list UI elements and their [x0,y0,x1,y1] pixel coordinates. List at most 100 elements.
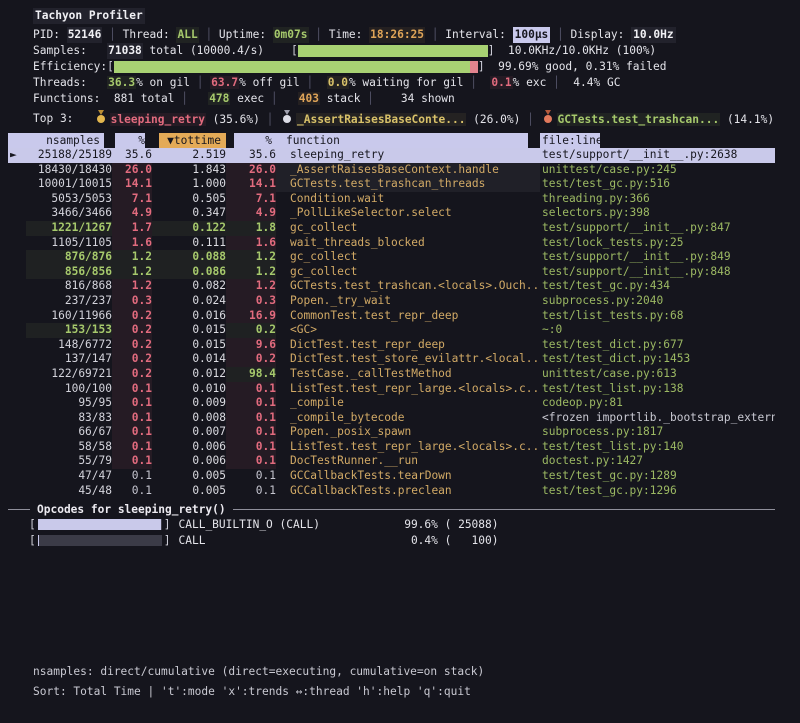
stat-value: 100µs [513,27,551,43]
cell-nsamples: 1221/1267 [26,221,112,236]
table-row[interactable]: 876/8761.20.0881.2gc_collecttest/support… [8,250,775,265]
table-row[interactable]: 18430/1843026.01.84326.0_AssertRaisesBas… [8,163,775,178]
cell-file-line: doctest.py:1427 [540,454,775,469]
efficiency-bar [114,61,478,73]
cell-cumulative-pct: 0.1 [226,440,276,455]
table-row[interactable]: 100/1000.10.0100.1ListTest.test_repr_lar… [8,382,775,397]
opcode-row: []CALL0.4% ( 100) [8,532,800,548]
opcodes-title: Opcodes for sleeping_retry() [30,503,233,516]
table-row[interactable]: 122/697210.20.01298.4TestCase._callTestM… [8,367,775,382]
cell-file-line: test/lock_tests.py:25 [540,236,775,251]
cell-function: _PollLikeSelector.select [276,206,540,221]
table-row[interactable]: 47/470.10.0050.1GCCallbackTests.tearDown… [8,469,775,484]
stat-value: 0m07s [273,27,309,43]
top-function-pct: (26.0%) [466,113,520,126]
cell-cumulative-pct: 4.9 [226,206,276,221]
table-row[interactable]: 137/1470.20.0140.2DictTest.test_store_ev… [8,352,775,367]
cell-nsamples: 137/147 [26,352,112,367]
separator: │ [550,27,570,43]
arrow-slot [8,484,26,499]
column-header-file-line[interactable]: file:line [540,133,600,148]
cell-cumulative-pct: 0.2 [226,323,276,338]
cell-nsamples: 25188/25189 [26,148,112,163]
table-row[interactable]: 1221/12671.70.1221.8gc_collecttest/suppo… [8,221,775,236]
column-header-direct-pct[interactable]: % [115,133,145,148]
table-row[interactable]: 83/830.10.0080.1_compile_bytecode<frozen… [8,411,775,426]
separator: │ [360,92,380,105]
table-row[interactable]: 148/67720.20.0159.6DictTest.test_repr_de… [8,338,775,353]
cell-direct-pct: 1.6 [112,236,152,251]
cell-cumulative-pct: 0.1 [226,382,276,397]
table-row[interactable]: 856/8561.20.0861.2gc_collecttest/support… [8,265,775,280]
cell-cumulative-pct: 26.0 [226,163,276,178]
table-row[interactable]: 45/480.10.0050.1GCCallbackTests.preclean… [8,484,775,499]
table-row[interactable]: 816/8681.20.0821.2GCTests.test_trashcan.… [8,279,775,294]
column-header-function[interactable]: function [276,133,528,148]
cell-tottime: 0.008 [152,411,226,426]
arrow-slot [8,236,26,251]
cell-cumulative-pct: 14.1 [226,177,276,192]
cell-file-line: test/support/__init__.py:2638 [540,148,775,163]
cell-file-line: test/test_gc.py:1296 [540,484,775,499]
table-row[interactable]: 5053/50537.10.5057.1Condition.waitthread… [8,192,775,207]
opcode-frequency-bar [38,519,162,530]
stat-value: 478 [208,92,230,105]
stat-value: 403 [298,92,320,105]
column-header-nsamples[interactable]: nsamples [8,133,104,148]
cell-function: GCTests.test_trashcan.<locals>.Ouch... [276,279,540,294]
cell-nsamples: 47/47 [26,469,112,484]
separator: │ [546,76,566,89]
cell-cumulative-pct: 0.1 [226,454,276,469]
separator: │ [425,27,445,43]
separator: │ [199,27,219,43]
cell-nsamples: 10001/10015 [26,177,112,192]
arrow-slot [8,382,26,397]
cell-direct-pct: 1.2 [112,250,152,265]
table-row[interactable]: 237/2370.30.0240.3Popen._try_waitsubproc… [8,294,775,309]
table-row[interactable]: 153/1530.20.0150.2<GC>~:0 [8,323,775,338]
cell-nsamples: 45/48 [26,484,112,499]
top3-label: Top 3: [33,111,73,127]
arrow-slot [8,411,26,426]
cell-tottime: 0.005 [152,484,226,499]
cell-tottime: 0.111 [152,236,226,251]
table-row[interactable]: 58/580.10.0060.1ListTest.test_repr_large… [8,440,775,455]
stat-value: 63.7 [210,76,239,89]
gold-medal-icon [96,110,106,123]
table-row-selected[interactable]: ►25188/2518935.62.51935.6sleeping_retryt… [8,148,775,163]
opcode-name: CALL_BUILTIN_O (CALL) [171,518,397,531]
cell-file-line: test/test_list.py:138 [540,382,775,397]
arrow-slot [8,367,26,382]
column-header-cumulative-pct[interactable]: % [234,133,276,148]
stat-value: 0.1 [490,76,512,89]
cell-function: CommonTest.test_repr_deep [276,309,540,324]
table-row[interactable]: 3466/34664.90.3474.9_PollLikeSelector.se… [8,206,775,221]
process-stats-line: PID: 52146 │ Thread: ALL │ Uptime: 0m07s… [33,27,800,43]
cell-file-line: test/test_gc.py:434 [540,279,775,294]
cell-direct-pct: 1.2 [112,279,152,294]
cell-cumulative-pct: 0.3 [226,294,276,309]
arrow-slot [8,250,26,265]
cell-direct-pct: 1.7 [112,221,152,236]
arrow-slot [8,309,26,324]
opcode-frequency-bar [38,535,162,546]
cell-file-line: unittest/case.py:245 [540,163,775,178]
cell-function: DictTest.test_repr_deep [276,338,540,353]
stat-label: PID: [33,27,67,43]
cell-cumulative-pct: 0.1 [226,396,276,411]
cell-tottime: 0.006 [152,454,226,469]
table-row[interactable]: 10001/1001514.11.00014.1GCTests.test_tra… [8,177,775,192]
samples-detail: total (10000.4/s) [143,43,264,59]
footer-hint: nsamples: direct/cumulative (direct=exec… [33,662,484,682]
table-row[interactable]: 55/790.10.0060.1DocTestRunner.__rundocte… [8,454,775,469]
cell-cumulative-pct: 1.2 [226,265,276,280]
table-row[interactable]: 95/950.10.0090.1_compilecodeop.py:81 [8,396,775,411]
cell-nsamples: 5053/5053 [26,192,112,207]
table-row[interactable]: 66/670.10.0070.1Popen._posix_spawnsubpro… [8,425,775,440]
table-row[interactable]: 1105/11051.60.1111.6wait_threads_blocked… [8,236,775,251]
cell-file-line: test/list_tests.py:68 [540,309,775,324]
table-row[interactable]: 160/119660.20.01616.9CommonTest.test_rep… [8,309,775,324]
column-header-tottime-sorted[interactable]: ▼tottime [159,133,226,148]
separator: │ [463,76,483,89]
cell-tottime: 0.014 [152,352,226,367]
